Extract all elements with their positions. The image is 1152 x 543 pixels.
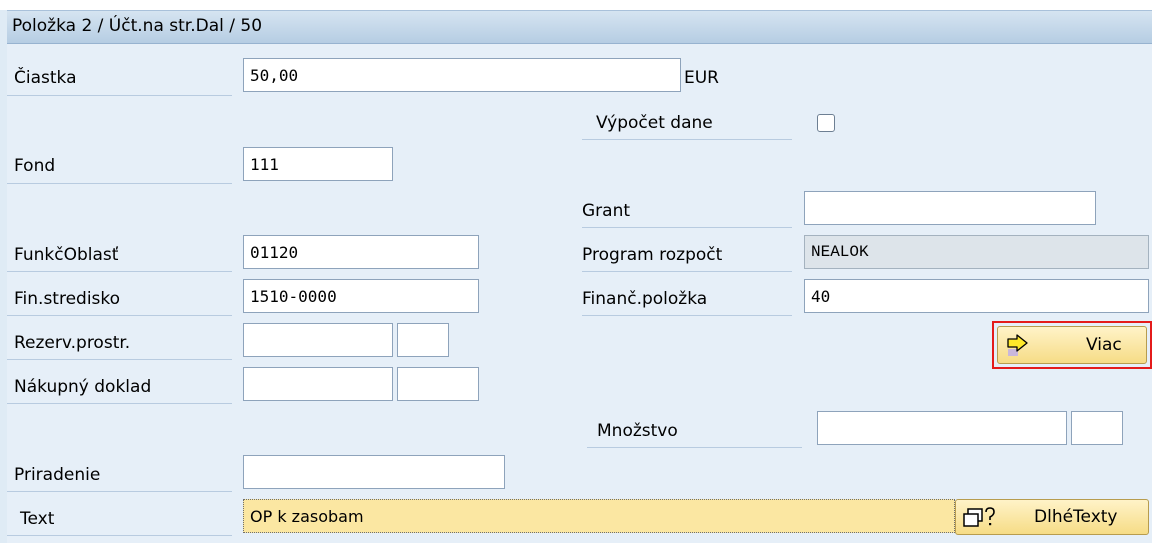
rezerv-prostr-input[interactable] [243, 323, 393, 357]
priradenie-label: Priradenie [14, 465, 101, 485]
form-panel: Čiastka 50,00 EUR Výpočet dane Fond 111 … [7, 44, 1152, 543]
nakupny-doklad-item-input[interactable] [397, 367, 479, 401]
fond-input[interactable]: 111 [243, 147, 393, 181]
row-separator [7, 271, 232, 272]
arrow-right-icon [1005, 332, 1033, 363]
row-separator [7, 95, 232, 96]
rezerv-prostr-item-input[interactable] [397, 323, 449, 357]
section-header: Položka 2 / Účt.na str.Dal / 50 [7, 10, 1152, 44]
grant-input[interactable] [804, 191, 1096, 225]
row-separator [582, 227, 792, 228]
row-separator [582, 315, 792, 316]
row-separator [582, 139, 792, 140]
priradenie-input[interactable] [243, 455, 505, 489]
row-separator [7, 359, 232, 360]
financ-polozka-input[interactable]: 40 [804, 279, 1149, 313]
row-separator [7, 315, 232, 316]
nakupny-doklad-label: Nákupný doklad [14, 377, 152, 397]
text-label: Text [20, 509, 55, 529]
section-title: Položka 2 / Účt.na str.Dal / 50 [12, 16, 263, 36]
funkc-oblast-input[interactable]: 01120 [243, 235, 479, 269]
financ-polozka-label: Finanč.položka [582, 289, 708, 309]
currency-label: EUR [684, 68, 719, 88]
vypocet-dane-checkbox[interactable] [817, 114, 835, 132]
mnozstvo-unit-input[interactable] [1071, 411, 1123, 445]
vypocet-dane-label: Výpočet dane [596, 113, 713, 133]
row-separator [582, 271, 792, 272]
long-text-icon [962, 506, 998, 535]
nakupny-doklad-input[interactable] [243, 367, 393, 401]
top-strip [0, 0, 1152, 10]
fin-stredisko-label: Fin.stredisko [14, 289, 121, 309]
grant-label: Grant [582, 201, 631, 221]
row-separator [587, 447, 802, 448]
viac-button[interactable]: Viac [997, 326, 1147, 364]
mnozstvo-label: Množstvo [597, 421, 678, 441]
dlhe-texty-label: DlhéTexty [1034, 507, 1118, 527]
row-separator [7, 491, 232, 492]
row-separator [7, 535, 232, 536]
ciastka-input[interactable]: 50,00 [243, 58, 681, 92]
mnozstvo-input[interactable] [817, 411, 1067, 445]
fond-label: Fond [14, 156, 56, 176]
row-separator [7, 183, 232, 184]
fin-stredisko-input[interactable]: 1510-0000 [243, 279, 479, 313]
funkc-oblast-label: FunkčOblasť [14, 245, 119, 265]
dlhe-texty-button[interactable]: DlhéTexty [955, 499, 1149, 535]
row-separator [7, 403, 232, 404]
ciastka-label: Čiastka [14, 68, 77, 88]
rezerv-prostr-label: Rezerv.prostr. [14, 333, 131, 353]
program-rozpoct-field: NEALOK [804, 235, 1149, 269]
viac-label: Viac [1086, 335, 1122, 355]
text-input[interactable]: OP k zasobam [243, 499, 955, 533]
program-rozpoct-label: Program rozpočt [582, 245, 723, 265]
